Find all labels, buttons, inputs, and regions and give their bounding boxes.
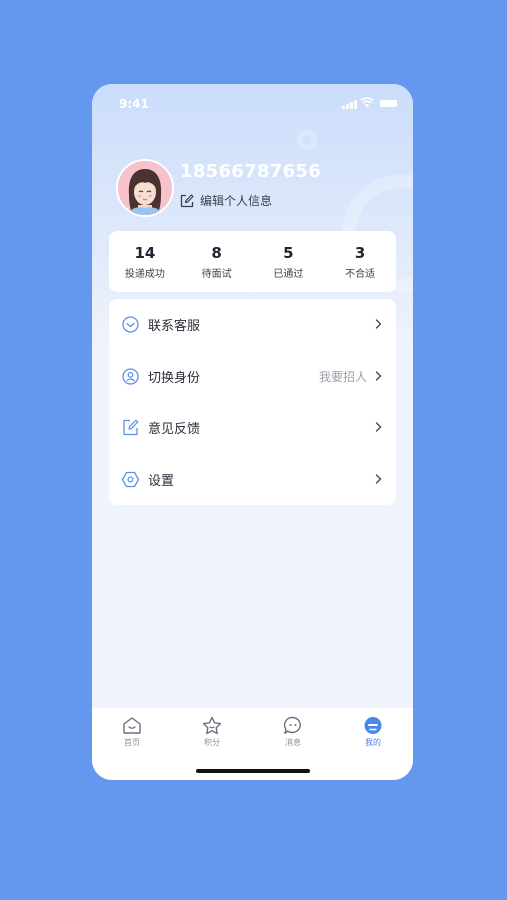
menu-item-label: 意见反馈 <box>148 422 201 438</box>
star-icon <box>202 716 222 735</box>
switch-identity-icon <box>122 367 139 385</box>
edit-profile-link[interactable]: 编辑个人信息 <box>180 192 272 209</box>
tab-label: 积分 <box>204 738 220 747</box>
stat-passed[interactable]: 5 已通过 <box>253 231 325 292</box>
battery-icon <box>380 100 397 107</box>
menu-item-label: 联系客服 <box>148 319 201 335</box>
menu-item-label: 设置 <box>148 473 175 489</box>
stat-label: 已通过 <box>273 269 304 280</box>
decorative-circle <box>297 130 317 150</box>
tab-home[interactable]: 首页 <box>102 716 162 748</box>
wifi-icon <box>360 97 374 108</box>
stats-card: 14 投递成功 8 待面试 5 已通过 3 不合适 <box>109 231 396 292</box>
phone-frame: 9:41 18566787656 编辑个人信息 14 投递成功 8 待面试 5 … <box>92 84 413 780</box>
chevron-right-icon <box>375 473 382 484</box>
status-bar: 9:41 <box>92 84 413 124</box>
tab-messages[interactable]: 消息 <box>263 716 323 748</box>
tab-mine[interactable]: 我的 <box>343 716 403 748</box>
stat-label: 投递成功 <box>124 269 165 280</box>
avatar[interactable] <box>116 159 174 217</box>
message-icon <box>283 716 301 735</box>
menu-item-feedback[interactable]: 意见反馈 <box>109 402 396 454</box>
cellular-signal-icon <box>342 100 357 109</box>
user-phone-number: 18566787656 <box>180 161 322 182</box>
status-time: 9:41 <box>119 97 149 111</box>
stat-applied[interactable]: 14 投递成功 <box>109 231 181 292</box>
edit-icon <box>180 193 194 207</box>
stat-value: 14 <box>134 244 156 262</box>
stat-pending-interview[interactable]: 8 待面试 <box>181 231 253 292</box>
stat-label: 待面试 <box>201 269 232 280</box>
chevron-right-icon <box>375 319 382 329</box>
settings-icon <box>121 471 140 487</box>
menu-item-label: 切换身份 <box>148 370 201 386</box>
tab-points[interactable]: 积分 <box>182 716 242 748</box>
stat-value: 8 <box>211 244 222 262</box>
home-indicator <box>196 769 310 773</box>
stat-value: 5 <box>283 244 294 262</box>
home-icon <box>123 717 141 734</box>
stat-value: 3 <box>354 244 366 262</box>
menu-card: 联系客服 切换身份 我要招人 意见反馈 设置 <box>109 299 396 505</box>
customer-service-icon <box>122 316 139 333</box>
tab-label: 首页 <box>124 738 140 747</box>
menu-item-switch-identity[interactable]: 切换身份 我要招人 <box>109 351 396 403</box>
edit-profile-label: 编辑个人信息 <box>200 194 273 208</box>
profile-icon <box>364 717 382 734</box>
stat-label: 不合适 <box>345 269 376 280</box>
tab-label: 消息 <box>285 738 301 747</box>
menu-item-customer-service[interactable]: 联系客服 <box>109 299 396 351</box>
menu-item-extra: 我要招人 <box>318 369 367 384</box>
tab-label: 我的 <box>365 738 381 747</box>
stat-unsuitable[interactable]: 3 不合适 <box>324 231 396 292</box>
chevron-right-icon <box>375 370 382 381</box>
chevron-right-icon <box>375 422 382 432</box>
menu-item-settings[interactable]: 设置 <box>109 454 396 506</box>
feedback-icon <box>123 419 139 436</box>
